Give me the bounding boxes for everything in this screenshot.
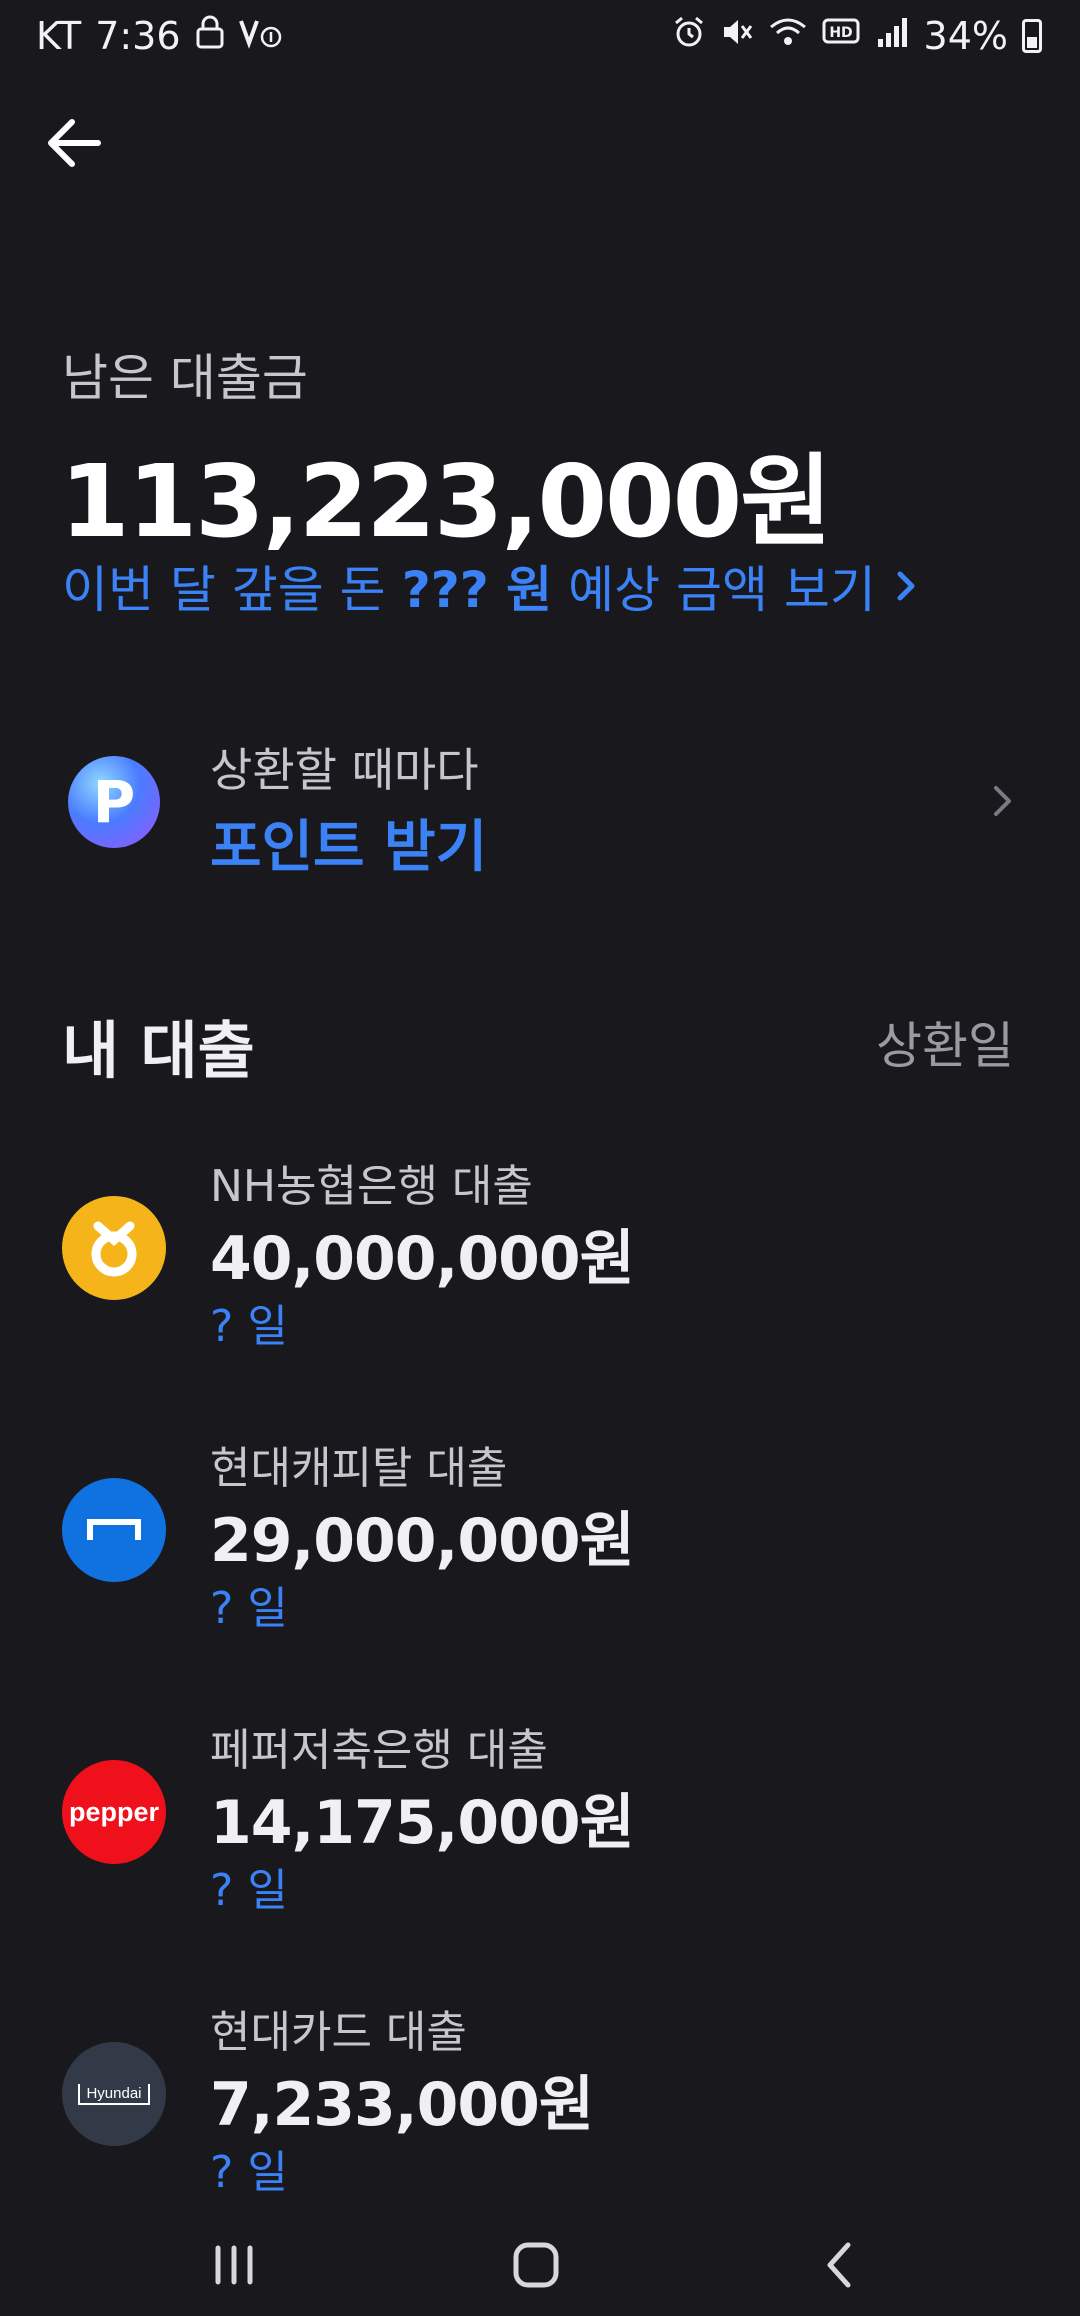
alarm-icon [672,15,706,58]
recent-apps-button[interactable] [194,2230,274,2300]
signal-icon [876,15,910,58]
arrow-left-icon [48,119,101,167]
chevron-right-icon [897,571,915,601]
loan-item[interactable]: Hyundai 현대카드 대출 7,233,000원 ? 일 [62,1996,1022,2226]
recent-apps-icon [215,2245,253,2285]
nh-logo [62,1196,166,1300]
estimate-suffix: 예상 금액 보기 [568,561,876,619]
loan-name: 현대카드 대출 [210,2007,467,2058]
battery-icon [1022,19,1042,53]
estimate-value: ??? 원 [401,561,553,619]
loan-item[interactable]: 현대캐피탈 대출 29,000,000원 ? 일 [62,1432,1022,1662]
point-coin-icon: P [68,756,160,848]
loan-amount: 14,175,000원 [210,1788,635,1858]
hyundai-capital-logo [62,1478,166,1582]
mute-icon [720,15,754,58]
system-navigation-bar [0,2230,1080,2316]
loan-name: 페퍼저축은행 대출 [210,1725,548,1776]
status-bar-left: KT 7:36 [36,14,283,58]
wifi-icon [768,15,808,58]
svg-text:HD: HD [829,25,852,41]
loan-name: NH농협은행 대출 [210,1161,533,1212]
pepper-logo-text: pepper [68,1796,160,1827]
battery-percent: 34% [923,14,1008,58]
loan-repayment-day: ? 일 [210,1583,288,1634]
point-coin-letter: P [92,768,136,836]
loan-item[interactable]: NH농협은행 대출 40,000,000원 ? 일 [62,1150,1022,1380]
loan-repayment-day: ? 일 [210,1301,288,1352]
back-button[interactable] [40,108,110,178]
system-back-button[interactable] [800,2230,880,2300]
carrier-label: KT [36,14,82,58]
loan-amount: 40,000,000원 [210,1224,635,1294]
volte-icon [238,15,283,58]
clock: 7:36 [95,14,181,58]
loan-repayment-day: ? 일 [210,1865,288,1916]
loan-amount: 7,233,000원 [210,2070,594,2140]
remaining-loan-label: 남은 대출금 [62,349,308,407]
chevron-left-icon [827,2242,851,2288]
pepper-logo: pepper [62,1760,166,1864]
loan-name: 현대캐피탈 대출 [210,1443,508,1494]
home-button[interactable] [496,2230,576,2300]
estimate-link[interactable]: 이번 달 갚을 돈 ??? 원 예상 금액 보기 [62,550,922,622]
points-subtitle: 상환할 때마다 [210,743,479,797]
estimate-prefix: 이번 달 갚을 돈 [62,561,386,619]
chevron-right-icon [994,786,1011,816]
points-title: 포인트 받기 [210,815,488,880]
hyundai-card-logo-text: Hyundai [78,2083,150,2105]
loan-item[interactable]: pepper 페퍼저축은행 대출 14,175,000원 ? 일 [62,1714,1022,1944]
sort-by-repayment-date[interactable]: 상환일 [876,1006,1014,1078]
my-loans-title: 내 대출 [62,1014,255,1087]
home-icon [513,2242,559,2288]
status-bar-right: HD 34% [672,14,1042,58]
loan-repayment-day: ? 일 [210,2147,288,2198]
hyundai-card-logo: Hyundai [62,2042,166,2146]
points-banner[interactable]: P 상환할 때마다 포인트 받기 [62,730,1022,880]
lock-icon [195,15,225,58]
remaining-loan-amount: 113,223,000원 [60,443,832,560]
loan-amount: 29,000,000원 [210,1506,635,1576]
hd-icon: HD [822,15,862,58]
